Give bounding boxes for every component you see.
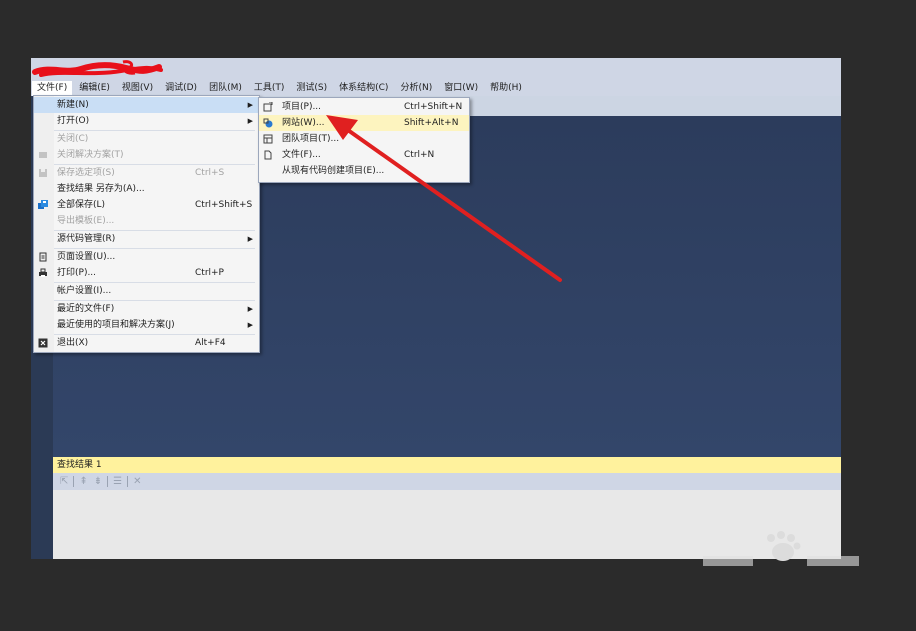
watermark-logo [703, 531, 859, 566]
